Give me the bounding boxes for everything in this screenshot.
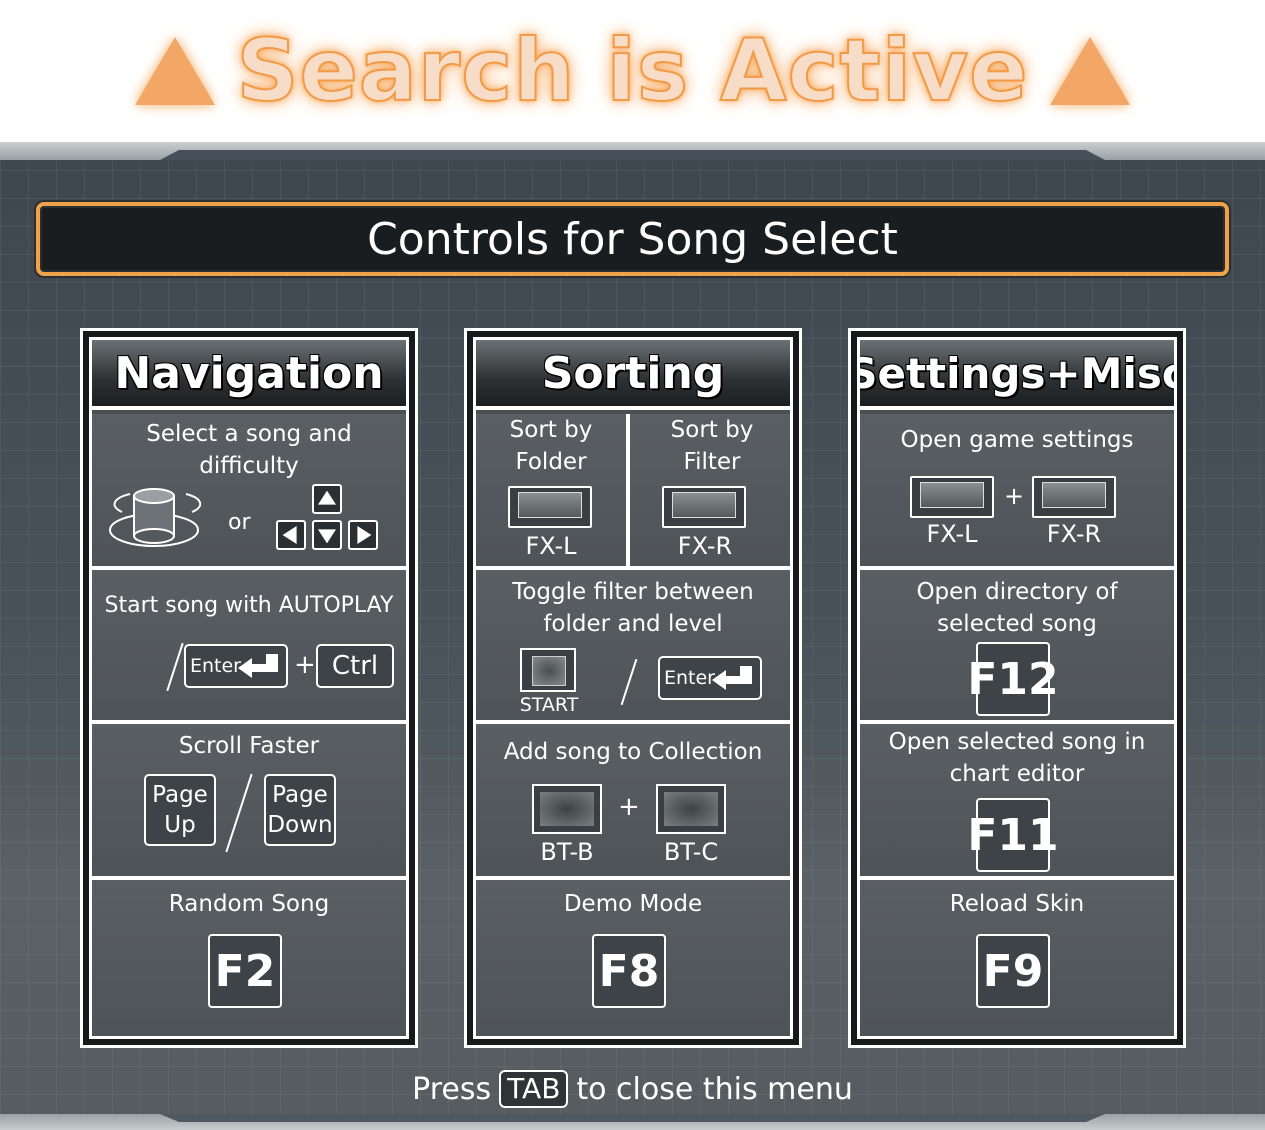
- f11-key-icon: F11: [967, 798, 1059, 872]
- menu-top-frame: [0, 142, 1265, 160]
- fx-l-caption: FX-L: [525, 532, 577, 560]
- f9-key-icon: F9: [976, 934, 1050, 1008]
- sorting-panel: Sorting Sort by Folder FX-L Sort by Filt…: [464, 328, 802, 1048]
- autoplay-cell: Start song with AUTOPLAY Enter + Ctrl: [92, 570, 406, 724]
- arrow-up-icon: [312, 484, 342, 514]
- start-caption: START: [519, 694, 579, 716]
- reload-skin-cell: Reload Skin F9: [860, 880, 1174, 1036]
- open-directory-cell: Open directory of selected song F12: [860, 570, 1174, 724]
- random-song-cell: Random Song F2: [92, 880, 406, 1036]
- chart-editor-cell: Open selected song in chart editor F11: [860, 724, 1174, 880]
- toggle-filter-label: Toggle filter between folder and level: [512, 579, 754, 637]
- select-song-cell: Select a song and difficulty or: [92, 414, 406, 570]
- fx-r-caption: FX-R: [677, 532, 733, 560]
- separator-slash: [620, 658, 638, 706]
- sort-filter-label: Sort by Filter: [670, 417, 754, 475]
- fx-r-caption: FX-R: [1046, 520, 1102, 548]
- enter-key-icon: Enter: [184, 644, 288, 688]
- close-hint-text: to close this menu: [576, 1071, 853, 1107]
- arrow-left-icon: [276, 520, 306, 550]
- scroll-faster-label: Scroll Faster: [178, 733, 320, 759]
- warning-triangle-icon: [1050, 37, 1131, 105]
- close-menu-hint: Press TAB to close this menu: [0, 1070, 1265, 1108]
- separator-slash: [225, 773, 253, 853]
- toggle-filter-cell: Toggle filter between folder and level S…: [476, 570, 790, 724]
- plus-sign: +: [294, 650, 316, 680]
- arrow-right-icon: [348, 520, 378, 550]
- enter-key-icon: Enter: [658, 656, 762, 700]
- knob-icon: [109, 488, 202, 547]
- f12-key-icon: F12: [967, 642, 1059, 716]
- navigation-title: Navigation: [92, 340, 406, 410]
- fx-r-button-icon: [1032, 476, 1116, 518]
- add-collection-label: Add song to Collection: [503, 739, 763, 765]
- select-song-label: Select a song and difficulty: [146, 421, 352, 479]
- f2-key-icon: F2: [208, 934, 282, 1008]
- add-collection-cell: Add song to Collection + BT-B BT-C: [476, 724, 790, 880]
- page-down-key-icon: Page Down: [264, 774, 336, 846]
- press-text: Press: [412, 1071, 492, 1107]
- separator-slash: [166, 642, 184, 692]
- reload-skin-label: Reload Skin: [949, 891, 1085, 917]
- sorting-title: Sorting: [476, 340, 790, 410]
- bt-b-caption: BT-B: [540, 838, 594, 866]
- fx-l-caption: FX-L: [926, 520, 978, 548]
- bt-b-button-icon: [532, 784, 602, 834]
- sort-folder-label: Sort by Folder: [509, 417, 593, 475]
- ctrl-key-icon: Ctrl: [316, 644, 394, 688]
- navigation-panel: Navigation Select a song and difficulty …: [80, 328, 418, 1048]
- bt-c-button-icon: [656, 784, 726, 834]
- arrow-down-icon: [312, 520, 342, 550]
- page-up-key-icon: Page Up: [144, 774, 216, 846]
- search-active-banner: Search is Active: [0, 0, 1265, 142]
- scroll-faster-cell: Scroll Faster Page Up Page Down: [92, 724, 406, 880]
- sort-folder-cell: Sort by Folder FX-L: [476, 414, 630, 570]
- fx-l-button-icon: [508, 486, 592, 528]
- plus-sign: +: [1004, 482, 1025, 510]
- demo-mode-cell: Demo Mode F8: [476, 880, 790, 1036]
- tab-key-icon[interactable]: TAB: [499, 1070, 569, 1108]
- search-active-text: Search is Active: [236, 20, 1029, 122]
- controls-menu: Controls for Song Select Navigation Sele…: [0, 142, 1265, 1130]
- f8-key-icon: F8: [592, 934, 666, 1008]
- settings-panel: Settings+Misc Open game settings + FX-L …: [848, 328, 1186, 1048]
- fx-l-button-icon: [910, 476, 994, 518]
- menu-bottom-frame: [0, 1114, 1265, 1130]
- random-song-label: Random Song: [168, 891, 330, 917]
- fx-r-button-icon: [662, 486, 746, 528]
- plus-sign: +: [618, 792, 640, 822]
- start-button-icon: [520, 648, 576, 692]
- settings-title: Settings+Misc: [860, 340, 1174, 410]
- chart-editor-label: Open selected song in chart editor: [888, 729, 1146, 787]
- warning-triangle-icon: [134, 37, 215, 105]
- menu-title: Controls for Song Select: [36, 202, 1229, 276]
- open-directory-label: Open directory of selected song: [916, 579, 1118, 637]
- game-settings-label: Open game settings: [900, 427, 1134, 453]
- or-text: or: [228, 510, 251, 535]
- game-settings-cell: Open game settings + FX-L FX-R: [860, 414, 1174, 570]
- sort-filter-cell: Sort by Filter FX-R: [630, 414, 790, 570]
- demo-mode-label: Demo Mode: [563, 891, 703, 917]
- bt-c-caption: BT-C: [663, 838, 719, 866]
- autoplay-label: Start song with AUTOPLAY: [104, 593, 394, 618]
